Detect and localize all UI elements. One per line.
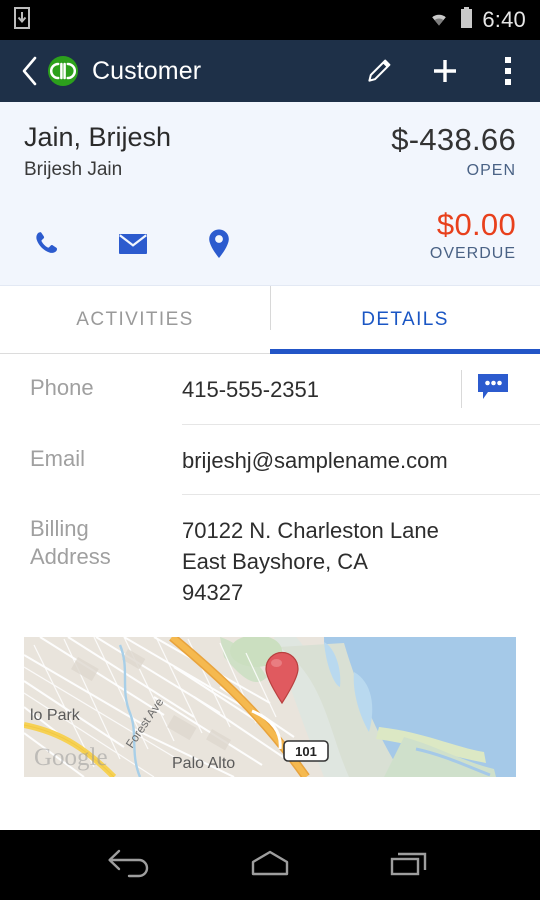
detail-row-email[interactable]: Email brijeshj@samplename.com <box>0 425 540 494</box>
billing-address-label: Billing Address <box>30 495 182 572</box>
phone-icon <box>32 229 62 264</box>
map-attribution: Google <box>34 744 108 771</box>
phone-value[interactable]: 415-555-2351 <box>182 354 461 423</box>
system-nav-bar <box>0 830 540 900</box>
open-balance-amount: $-438.66 <box>391 122 516 157</box>
quick-actions <box>24 229 430 263</box>
tab-active-indicator <box>270 349 540 355</box>
map-label-menlo-park: lo Park <box>30 707 81 724</box>
overflow-menu-button[interactable] <box>496 57 520 85</box>
app-bar-actions <box>364 56 524 86</box>
nav-home-button[interactable] <box>235 841 305 889</box>
billing-address-label-line2: Address <box>30 544 111 570</box>
quickbooks-logo <box>48 56 78 86</box>
summary-top-row: Jain, Brijesh Brijesh Jain $-438.66 OPEN <box>24 122 516 181</box>
more-vertical-icon <box>496 57 520 85</box>
map-label-palo-alto: Palo Alto <box>172 755 235 772</box>
page-title: Customer <box>92 56 202 85</box>
billing-address-value[interactable]: 70122 N. Charleston Lane East Bayshore, … <box>182 495 524 621</box>
open-balance-label: OPEN <box>466 161 516 179</box>
billing-address-label-line1: Billing <box>30 515 89 541</box>
message-bubble-icon <box>476 372 510 407</box>
battery-icon <box>460 6 473 34</box>
email-button[interactable] <box>116 229 150 263</box>
detail-row-phone[interactable]: Phone 415-555-2351 <box>0 354 540 423</box>
wifi-icon <box>427 9 451 32</box>
envelope-icon <box>117 231 149 262</box>
map-location-pin <box>262 651 302 705</box>
phone-value-wrap: 415-555-2351 <box>182 354 524 423</box>
summary-bottom-row: $0.00 OVERDUE <box>24 206 516 264</box>
svg-text:101: 101 <box>295 744 317 759</box>
phone-screen: 6:40 Customer Jain, Brijesh Brijesh Jain… <box>0 0 540 900</box>
customer-summary: Jain, Brijesh Brijesh Jain $-438.66 OPEN <box>0 102 540 287</box>
status-bar-left <box>14 6 30 34</box>
address-line-2: East Bayshore, CA <box>182 549 368 575</box>
status-bar: 6:40 <box>0 0 540 40</box>
customer-display-name: Jain, Brijesh <box>24 122 172 152</box>
highway-101-shield: 101 <box>283 739 329 762</box>
status-bar-clock: 6:40 <box>482 7 526 32</box>
open-balance-block: $-438.66 OPEN <box>391 122 516 180</box>
address-line-3: 94327 <box>182 580 244 606</box>
detail-row-billing-address[interactable]: Billing Address 70122 N. Charleston Lane… <box>0 495 540 621</box>
add-button[interactable] <box>430 56 460 86</box>
overdue-block: $0.00 OVERDUE <box>429 206 516 264</box>
overdue-label: OVERDUE <box>429 245 516 263</box>
details-list: Phone 415-555-2351 Email brijeshj@sample… <box>0 354 540 777</box>
tab-activities[interactable]: ACTIVITIES <box>0 286 270 354</box>
back-arrow-icon <box>107 848 153 883</box>
address-line-1: 70122 N. Charleston Lane <box>182 517 439 543</box>
edit-button[interactable] <box>364 56 394 86</box>
phone-label: Phone <box>30 375 94 401</box>
app-bar: Customer <box>0 40 540 102</box>
billing-address-value-wrap: 70122 N. Charleston Lane East Bayshore, … <box>182 495 524 621</box>
recents-icon <box>387 848 433 883</box>
email-label: Email <box>30 445 86 471</box>
back-chevron-icon[interactable] <box>16 53 42 89</box>
address-map[interactable]: 101 lo Park Palo Alto Forest Ave Google <box>24 636 516 777</box>
location-pin-icon <box>207 228 231 265</box>
download-icon <box>14 6 30 34</box>
customer-company-name: Brijesh Jain <box>24 158 123 180</box>
nav-recents-button[interactable] <box>375 841 445 889</box>
tab-divider <box>270 286 271 331</box>
status-bar-right: 6:40 <box>427 6 526 34</box>
map-button[interactable] <box>202 229 236 263</box>
nav-back-button[interactable] <box>95 841 165 889</box>
email-value[interactable]: brijeshj@samplename.com <box>182 425 524 494</box>
send-message-button[interactable] <box>462 372 524 407</box>
tab-details[interactable]: DETAILS <box>270 286 540 354</box>
customer-name-block: Jain, Brijesh Brijesh Jain <box>24 122 391 181</box>
overdue-amount: $0.00 <box>436 206 516 242</box>
call-button[interactable] <box>30 229 64 263</box>
email-value-wrap: brijeshj@samplename.com <box>182 425 524 494</box>
home-icon <box>247 848 293 883</box>
tab-bar: ACTIVITIES DETAILS <box>0 286 540 355</box>
